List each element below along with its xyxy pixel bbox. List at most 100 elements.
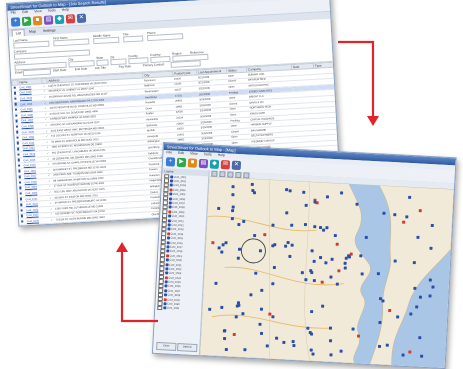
menu-help[interactable]: Help (62, 8, 69, 12)
email-input[interactable] (22, 68, 52, 77)
map-pin-icon[interactable] (259, 331, 264, 335)
map-pin-icon[interactable] (217, 206, 221, 210)
map-pin-icon[interactable] (351, 327, 355, 331)
close-button[interactable]: Close (156, 341, 177, 351)
map-pin-icon[interactable] (268, 312, 272, 316)
map-pin-icon[interactable] (378, 320, 382, 325)
map-icon[interactable]: ◆ (209, 159, 220, 169)
map-menu-file[interactable]: File (166, 150, 172, 154)
delete-icon[interactable]: ✕ (76, 13, 87, 24)
map-pin-icon[interactable] (250, 182, 254, 186)
map-pin-icon[interactable] (249, 293, 253, 297)
map-pin-icon[interactable] (251, 189, 255, 193)
open-icon[interactable]: ▶ (176, 157, 187, 168)
map-pin-icon[interactable] (329, 275, 333, 279)
map-pin-icon[interactable] (208, 307, 212, 311)
menu-edit[interactable]: Edit (22, 10, 28, 14)
map-pin-icon[interactable] (312, 279, 316, 283)
map-pin-icon[interactable] (224, 347, 228, 352)
map-pin-icon[interactable] (234, 315, 238, 319)
map-pin-icon[interactable] (412, 261, 416, 265)
map-pin-icon[interactable] (260, 288, 264, 292)
map-pin-icon[interactable] (309, 348, 313, 352)
map-pin-icon[interactable] (356, 334, 361, 338)
map-pin-icon[interactable] (340, 191, 344, 195)
map-pin-icon[interactable] (303, 223, 308, 227)
email-icon[interactable]: ✉ (65, 14, 76, 24)
primary-contact-input[interactable] (170, 60, 201, 68)
map-pin-icon[interactable] (343, 266, 347, 270)
new-icon[interactable]: + (165, 157, 176, 167)
map-pin-icon[interactable] (263, 233, 267, 237)
map-pin-icon[interactable] (292, 343, 296, 348)
map-pin-icon[interactable] (220, 250, 224, 254)
map-pin-icon[interactable] (254, 271, 258, 275)
map-pin-icon[interactable] (408, 350, 412, 354)
map-pin-icon[interactable] (428, 294, 432, 298)
title-input[interactable] (123, 35, 144, 43)
map-pin-icon[interactable] (288, 189, 292, 193)
map-pin-icon[interactable] (420, 354, 424, 358)
map-pin-icon[interactable] (319, 256, 323, 260)
map-pin-icon[interactable] (306, 326, 310, 330)
map-pin-icon[interactable] (349, 252, 353, 256)
map-pin-icon[interactable] (231, 185, 235, 189)
save-icon[interactable]: ■ (32, 16, 43, 26)
map-pin-icon[interactable] (318, 226, 323, 230)
map-pin-icon[interactable] (333, 234, 337, 238)
map-pin-icon[interactable] (418, 336, 422, 340)
email-icon[interactable]: ✉ (220, 160, 231, 170)
map-pin-icon[interactable] (300, 271, 304, 275)
map-pin-icon[interactable] (231, 193, 235, 197)
map-pin-icon[interactable] (304, 278, 308, 282)
map-pin-icon[interactable] (320, 280, 324, 284)
map-pin-icon[interactable] (335, 242, 339, 246)
map-pin-icon[interactable] (236, 256, 240, 260)
map-pin-icon[interactable] (302, 190, 306, 194)
map-pin-icon[interactable] (409, 312, 413, 316)
map-pin-icon[interactable] (236, 301, 241, 305)
map-pin-icon[interactable] (258, 322, 262, 326)
print-icon[interactable]: ▤ (43, 15, 54, 25)
map-pin-icon[interactable] (355, 202, 359, 206)
map-pin-icon[interactable] (220, 305, 224, 309)
map-pin-icon[interactable] (405, 215, 409, 219)
menu-view[interactable]: View (34, 9, 42, 13)
map-pin-icon[interactable] (402, 220, 406, 224)
map-pin-icon[interactable] (272, 265, 276, 270)
row-name[interactable]: Cust_1026 (25, 223, 51, 227)
map-canvas[interactable] (199, 170, 455, 369)
map-pin-icon[interactable] (221, 243, 225, 247)
map-pin-icon[interactable] (343, 261, 347, 265)
map-pin-icon[interactable] (271, 315, 275, 319)
map-pin-icon[interactable] (232, 332, 236, 337)
map-pin-icon[interactable] (311, 352, 315, 356)
map-pin-icon[interactable] (222, 329, 226, 333)
map-menu-tools[interactable]: Tools (203, 152, 211, 156)
new-icon[interactable]: + (10, 17, 21, 27)
map-pin-icon[interactable] (364, 235, 368, 240)
map-pin-icon[interactable] (224, 241, 228, 245)
map-pin-icon[interactable] (288, 254, 292, 258)
map-pin-icon[interactable] (308, 331, 312, 335)
map-pin-icon[interactable] (335, 282, 339, 286)
map-pin-icon[interactable] (253, 233, 257, 238)
map-pin-icon[interactable] (337, 269, 341, 273)
map-pin-icon[interactable] (329, 353, 333, 357)
map-pin-icon[interactable] (408, 195, 412, 199)
map-pin-icon[interactable] (284, 244, 288, 248)
map-pin-icon[interactable] (324, 261, 328, 265)
map-pin-icon[interactable] (328, 339, 333, 343)
layer-checkbox[interactable] (157, 305, 162, 311)
map-pin-icon[interactable] (431, 285, 435, 289)
map-pin-icon[interactable] (282, 340, 286, 344)
map-pin-icon[interactable] (231, 205, 235, 209)
map-pin-icon[interactable] (382, 211, 386, 215)
menu-tools[interactable]: Tools (47, 8, 55, 12)
map-menu-help[interactable]: Help (218, 153, 225, 157)
map-pin-icon[interactable] (330, 257, 334, 261)
map-pin-icon[interactable] (231, 209, 235, 213)
menu-file[interactable]: File (10, 10, 16, 14)
map-pin-icon[interactable] (258, 249, 262, 253)
map-pin-icon[interactable] (265, 344, 269, 348)
